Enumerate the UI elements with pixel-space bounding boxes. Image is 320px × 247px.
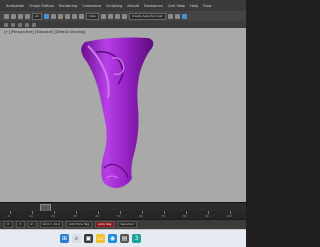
view-dropdown[interactable]: View [85,12,99,20]
selection-icon[interactable] [18,22,22,27]
timeline-tick-label: 100 [226,214,232,218]
add-time-tag-button[interactable]: Add Time Tag [66,221,93,228]
selected-dropdown[interactable]: Selected [117,221,137,228]
selection-set-dropdown[interactable]: Create Selection Set [128,12,166,20]
timeline-tick-label: 20 [51,214,55,218]
main-toolbar: All View Create Selection Set [0,11,246,21]
timeline-tick-label: 70 [161,214,165,218]
perspective-viewport[interactable]: [+] [Perspective] [Standard] [Default Sh… [0,28,246,202]
all-dropdown[interactable]: All [32,12,42,20]
browser-icon[interactable]: ◉ [108,234,117,243]
menu-animation[interactable]: Animation [6,4,24,8]
snap-icon[interactable] [107,13,113,19]
timeline-tick-label: 60 [139,214,143,218]
timeline-tick-label: 50 [117,214,121,218]
select-by-name-icon[interactable] [50,13,56,19]
viewport-canvas [81,37,154,189]
modeling-icon[interactable] [4,22,8,27]
mirror-icon[interactable] [167,13,173,19]
menu-customize[interactable]: Customize [82,4,101,8]
timeline-tick-label: 30 [73,214,77,218]
timeline-tick-label: 10 [29,214,33,218]
y-coordinate-field[interactable]: Y: [16,221,25,228]
cabriole-leg-model[interactable] [81,37,154,189]
scale-icon[interactable] [78,13,84,19]
file-explorer-icon[interactable]: ▭ [96,234,105,243]
start-icon[interactable]: ⊞ [60,234,69,243]
status-bar: X: Y: Z: Grid = 10.0 Add Time Tag Auto K… [0,219,246,229]
timeline-tick-label: 80 [183,214,187,218]
auto-key-button[interactable]: Auto Key [95,221,115,228]
timeline-tick-label: 90 [205,214,209,218]
move-icon[interactable] [64,13,70,19]
timeline-ruler[interactable]: 0 10 20 30 40 50 60 70 80 90 100 [0,211,246,219]
render-icon[interactable] [181,13,187,19]
object-paint-icon[interactable] [25,22,29,27]
populate-icon[interactable] [32,22,36,27]
align-icon[interactable] [174,13,180,19]
task-view-icon[interactable]: ▣ [84,234,93,243]
menu-arnold[interactable]: Arnold [127,4,139,8]
taskbar-apps: ⊞ ⌕ ▣ ▭ ◉ ▤ 3 [60,233,141,244]
menu-graph-editors[interactable]: Graph Editors [29,4,54,8]
undo-icon[interactable] [4,13,9,19]
pivot-icon[interactable] [100,13,106,19]
rotate-icon[interactable] [71,13,77,19]
timeline-tick-label: 40 [95,214,99,218]
select-object-icon[interactable] [43,13,49,19]
angle-snap-icon[interactable] [114,13,120,19]
menu-flow[interactable]: Flow [203,4,211,8]
menu-rendering[interactable]: Rendering [59,4,77,8]
timeline-tick [10,211,11,214]
ribbon-toolbar [0,21,246,28]
search-icon[interactable]: ⌕ [72,234,81,243]
redo-icon[interactable] [11,13,16,19]
z-coordinate-field[interactable]: Z: [27,221,37,228]
3dsmax-icon[interactable]: 3 [132,234,141,243]
menu-civil-view[interactable]: Civil View [168,4,185,8]
freeform-icon[interactable] [11,22,15,27]
store-icon[interactable]: ▤ [120,234,129,243]
link-icon[interactable] [18,13,23,19]
menu-scripting[interactable]: Scripting [106,4,122,8]
rect-select-icon[interactable] [57,13,63,19]
timeline-tick-label: 0 [8,214,10,218]
menu-help[interactable]: Help [190,4,198,8]
percent-snap-icon[interactable] [121,13,127,19]
unlink-icon[interactable] [25,13,30,19]
menu-substance[interactable]: Substance [144,4,163,8]
x-coordinate-field[interactable]: X: [4,221,14,228]
menu-bar: Animation Graph Editors Rendering Custom… [0,0,246,11]
grid-readout: Grid = 10.0 [39,221,64,228]
windows-taskbar: ⊞ ⌕ ▣ ▭ ◉ ▤ 3 [0,229,246,247]
